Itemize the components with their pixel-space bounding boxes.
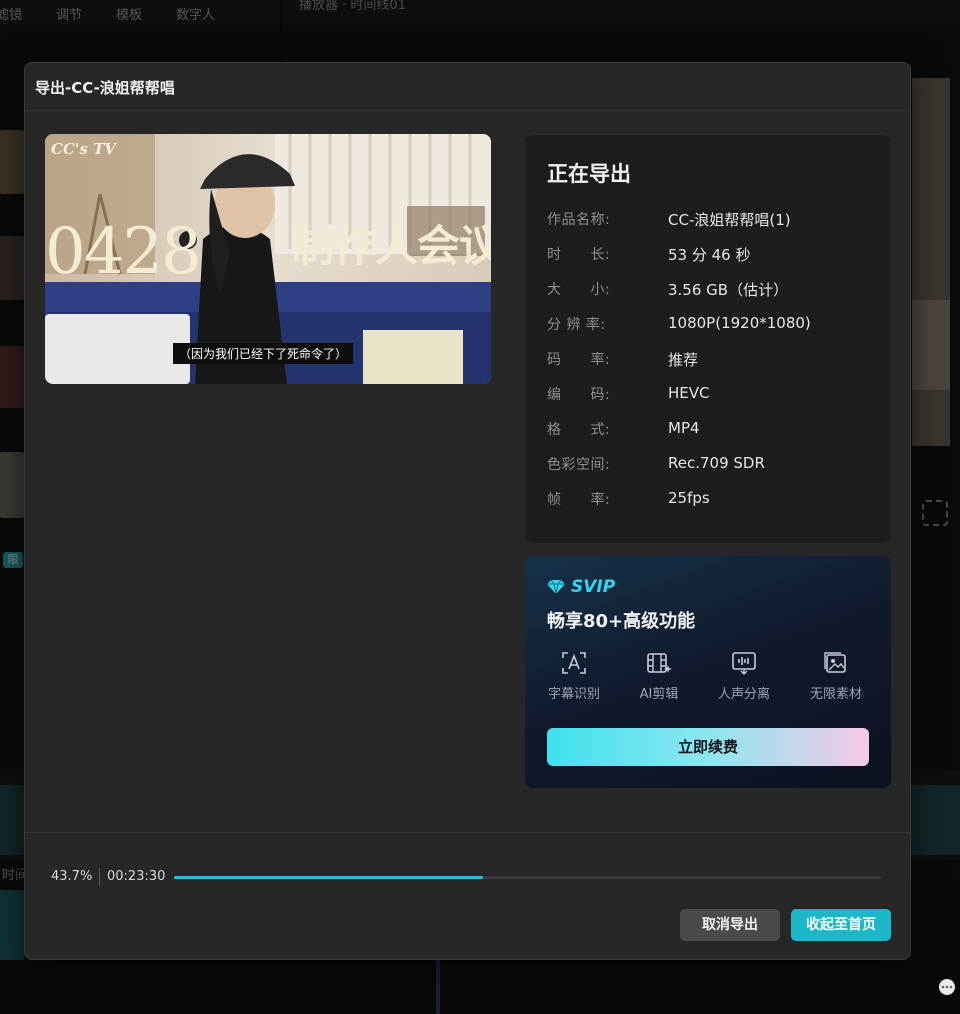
info-row-codec: 编 码: HEVC [547, 384, 710, 404]
export-progress-bar [174, 876, 881, 879]
unlimited-assets-icon [824, 652, 846, 673]
preview-headline: 制作人会议 [291, 222, 491, 272]
cancel-export-button[interactable]: 取消导出 [680, 909, 780, 941]
export-progress-fill [174, 876, 483, 879]
preview-subtitle: （因为我们已经下了死命令了） [173, 343, 354, 364]
export-status-heading: 正在导出 [547, 162, 631, 186]
info-label: 帧 率: [547, 492, 611, 508]
info-label: 时 长: [547, 247, 611, 263]
voice-separation-icon [732, 652, 756, 675]
info-row-duration: 时 长: 53 分 46 秒 [547, 244, 750, 264]
svip-promo-card: SVIP 畅享80+高级功能 字幕识别 AI剪辑 人声分离 无限素材 立即续费 [525, 556, 891, 788]
info-row-name: 作品名称: CC-浪姐帮帮唱(1) [547, 209, 791, 229]
info-value: HEVC [668, 384, 710, 402]
svip-headline: 畅享80+高级功能 [547, 611, 696, 632]
info-label: 作品名称: [547, 212, 611, 228]
info-row-size: 大 小: 3.56 GB（估计） [547, 279, 788, 299]
more-options-icon[interactable] [938, 978, 956, 996]
preview-watermark: CC's TV [51, 140, 116, 158]
export-dialog: 导出-CC-浪姐帮帮唱 CC's TV 0428 制作人会议 （因为我们已经下了… [24, 62, 911, 960]
info-row-bitrate: 码 率: 推荐 [547, 349, 698, 369]
export-progress-percent: 43.7% [51, 869, 93, 884]
preview-date-text: 0428 [45, 215, 202, 289]
bottom-divider [25, 832, 910, 833]
info-value: 推荐 [668, 351, 699, 369]
info-label: 格 式: [547, 422, 611, 438]
collapse-to-home-button[interactable]: 收起至首页 [791, 909, 891, 941]
info-label: 编 码: [547, 387, 611, 403]
info-value: Rec.709 SDR [668, 454, 765, 472]
info-value: 53 分 46 秒 [668, 246, 751, 264]
ai-edit-icon [647, 653, 672, 673]
info-label: 分 辨 率: [547, 317, 606, 333]
info-value: MP4 [668, 419, 700, 437]
feature-voice-separation[interactable]: 人声分离 [709, 651, 779, 702]
renew-now-button[interactable]: 立即续费 [547, 728, 869, 766]
export-info-card: 正在导出 作品名称: CC-浪姐帮帮唱(1) 时 长: 53 分 46 秒 大 … [525, 135, 891, 543]
export-elapsed-time: 00:23:30 [107, 869, 166, 884]
feature-unlimited-assets[interactable]: 无限素材 [801, 651, 871, 702]
diamond-icon [547, 580, 565, 594]
info-value: CC-浪姐帮帮唱(1) [668, 211, 791, 229]
feature-subtitle-recognition[interactable]: 字幕识别 [539, 651, 609, 702]
svip-badge: SVIP [547, 577, 615, 597]
subtitle-recognition-icon [562, 652, 586, 674]
title-divider [25, 110, 910, 111]
feature-ai-edit[interactable]: AI剪辑 [624, 651, 694, 702]
feature-label: 无限素材 [809, 687, 862, 702]
info-value: 25fps [668, 489, 710, 507]
info-value: 1080P(1920*1080) [668, 314, 811, 332]
info-label: 大 小: [547, 282, 611, 298]
feature-label: 人声分离 [717, 687, 770, 702]
svip-label: SVIP [571, 577, 616, 597]
feature-label: AI剪辑 [639, 687, 679, 702]
info-row-color-space: 色彩空间: Rec.709 SDR [547, 454, 765, 474]
feature-label: 字幕识别 [547, 687, 600, 702]
video-preview: CC's TV 0428 制作人会议 （因为我们已经下了死命令了） [45, 134, 491, 384]
progress-separator [99, 868, 100, 886]
dialog-title: 导出-CC-浪姐帮帮唱 [35, 79, 175, 97]
info-value: 3.56 GB（估计） [668, 281, 789, 299]
info-row-resolution: 分 辨 率: 1080P(1920*1080) [547, 314, 811, 334]
info-label: 色彩空间: [547, 457, 611, 473]
info-row-format: 格 式: MP4 [547, 419, 700, 439]
info-label: 码 率: [547, 352, 611, 368]
info-row-frame-rate: 帧 率: 25fps [547, 489, 710, 509]
